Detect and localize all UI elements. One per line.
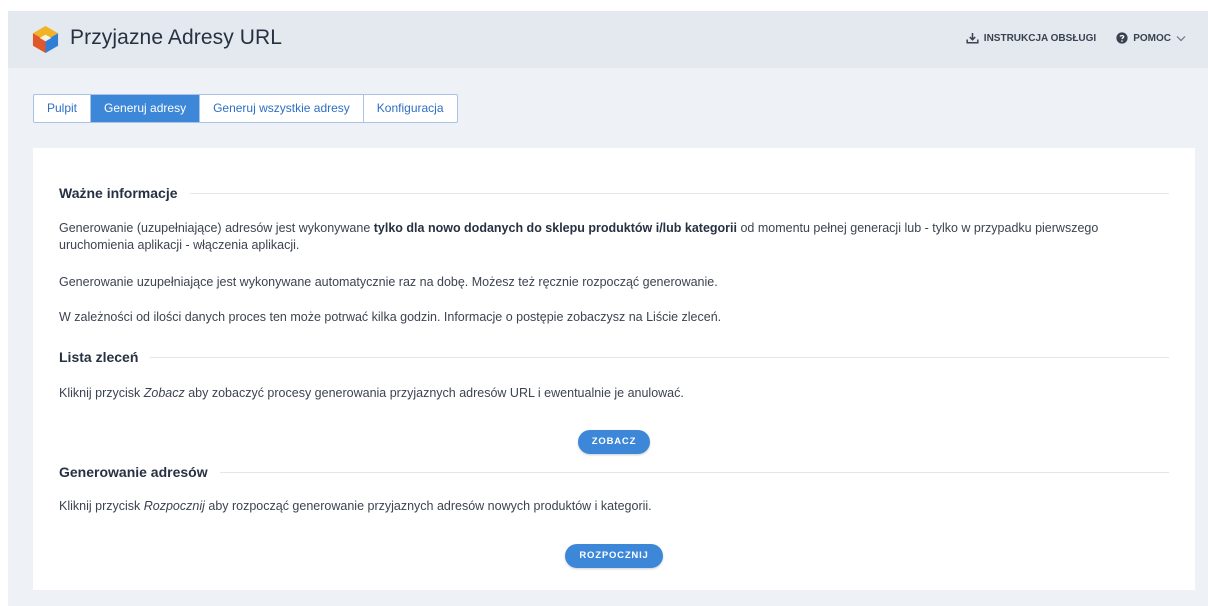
info-paragraph-2: Generowanie uzupełniające jest wykonywan… — [59, 275, 718, 289]
section-title-info-text: Ważne informacje — [59, 185, 178, 201]
generate-paragraph: Kliknij przycisk Rozpocznij aby rozpoczą… — [59, 498, 1169, 515]
rozpocznij-button[interactable]: ROZPOCZNIJ — [565, 544, 663, 568]
question-circle-icon — [1116, 32, 1128, 44]
orders-text-italic: Zobacz — [143, 386, 185, 400]
help-menu[interactable]: POMOC — [1116, 32, 1186, 44]
section-title-orders: Lista zleceń — [59, 349, 1169, 365]
zobacz-button[interactable]: ZOBACZ — [578, 430, 650, 454]
app-title: Przyjazne Adresy URL — [70, 26, 283, 49]
content-card: Ważne informacje Generowanie (uzupełniaj… — [33, 148, 1195, 590]
manual-link[interactable]: INSTRUKCJA OBSŁUGI — [966, 32, 1096, 44]
section-title-generate: Generowanie adresów — [59, 464, 1169, 480]
chevron-down-icon — [1176, 35, 1186, 41]
orders-text-end: aby zobaczyć procesy generowania przyjaz… — [184, 386, 684, 400]
orders-text: Kliknij przycisk — [59, 386, 144, 400]
section-title-generate-text: Generowanie adresów — [59, 464, 208, 480]
app-header: Przyjazne Adresy URL INSTRUKCJA OBSŁUGI … — [8, 11, 1208, 68]
section-title-info: Ważne informacje — [59, 185, 1169, 201]
download-icon — [966, 33, 979, 44]
generate-text: Kliknij przycisk — [59, 499, 144, 513]
generate-text-end: aby rozpocząć generowanie przyjaznych ad… — [204, 499, 652, 513]
manual-link-label: INSTRUKCJA OBSŁUGI — [983, 32, 1097, 44]
tab-konfiguracja[interactable]: Konfiguracja — [364, 95, 457, 122]
tab-generuj-wszystkie-adresy[interactable]: Generuj wszystkie adresy — [200, 95, 364, 122]
tab-pulpit[interactable]: Pulpit — [34, 95, 92, 122]
header-actions: INSTRUKCJA OBSŁUGI POMOC — [966, 32, 1186, 44]
app-logo-icon — [32, 25, 59, 54]
info-paragraph-3: W zależności od ilości danych proces ten… — [59, 310, 722, 324]
info-paragraph-1: Generowanie (uzupełniające) adresów jest… — [59, 220, 1169, 254]
info-p1-text: Generowanie (uzupełniające) adresów jest… — [59, 221, 374, 235]
help-menu-label: POMOC — [1133, 32, 1171, 44]
tab-generuj-adresy[interactable]: Generuj adresy — [91, 95, 201, 122]
orders-paragraph: Kliknij przycisk Zobacz aby zobaczyć pro… — [59, 385, 1169, 402]
nav-tabs: Pulpit Generuj adresy Generuj wszystkie … — [33, 94, 458, 123]
section-divider — [150, 356, 1169, 358]
section-divider — [189, 192, 1169, 194]
info-p1-bold: tylko dla nowo dodanych do sklepu produk… — [373, 221, 737, 235]
section-title-orders-text: Lista zleceń — [59, 349, 139, 365]
app-window: Przyjazne Adresy URL INSTRUKCJA OBSŁUGI … — [8, 11, 1208, 606]
generate-text-italic: Rozpocznij — [143, 499, 205, 513]
section-divider — [219, 471, 1169, 473]
